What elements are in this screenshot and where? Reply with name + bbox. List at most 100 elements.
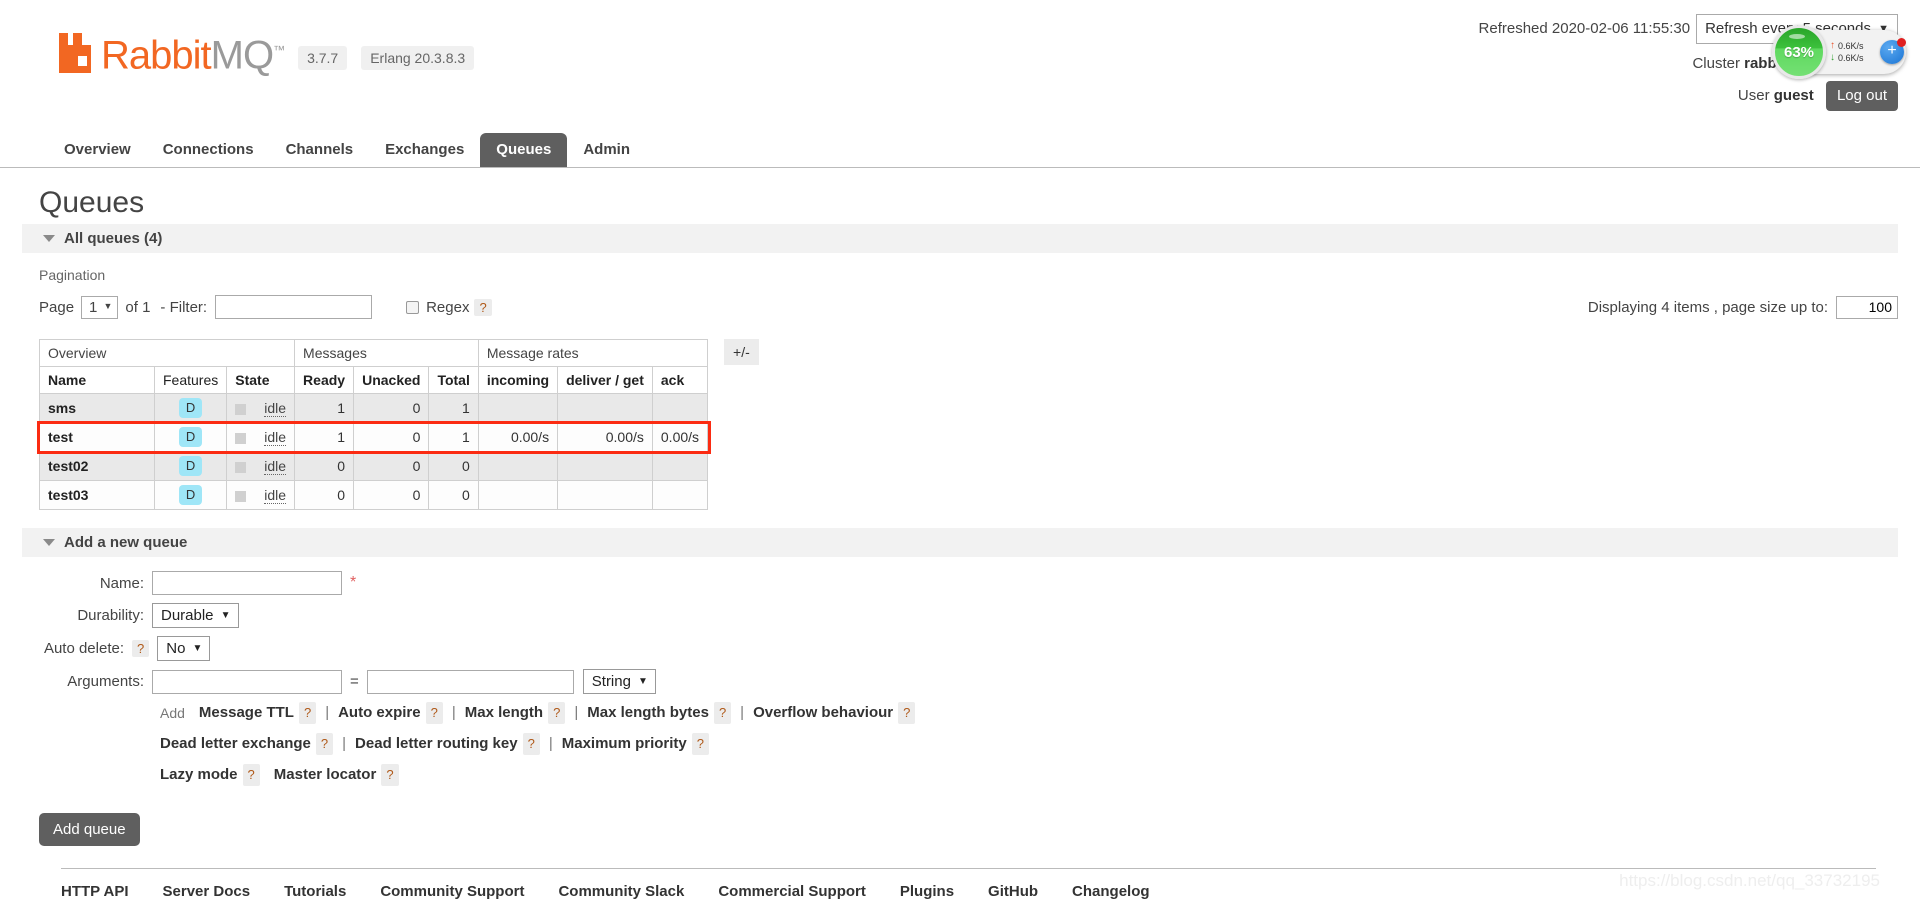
page-size-input[interactable] [1836, 295, 1898, 319]
autodelete-field-row: Auto delete: ? No ▼ [22, 636, 1898, 661]
queue-name[interactable]: test [39, 422, 155, 452]
preset-line-1: Add Message TTL ? | Auto expire ? | Max … [160, 702, 1898, 724]
queue-unacked: 0 [353, 480, 430, 510]
speed-widget-add-button[interactable]: + [1880, 38, 1906, 64]
footer-link-community-support[interactable]: Community Support [380, 883, 524, 900]
queue-features: D [153, 393, 228, 423]
nav-tab-overview[interactable]: Overview [48, 133, 147, 167]
regex-checkbox[interactable] [406, 300, 420, 314]
autodelete-select[interactable]: No ▼ [157, 636, 211, 661]
footer-link-github[interactable]: GitHub [988, 883, 1038, 900]
page-word: Page [39, 298, 75, 316]
queue-name-input[interactable] [152, 571, 342, 595]
queue-total: 0 [428, 480, 479, 510]
queues-table: Overview Messages Message rates Name Fea… [38, 339, 709, 510]
separator: | [451, 704, 456, 721]
preset-message-ttl[interactable]: Message TTL [199, 703, 294, 723]
regex-help-icon[interactable]: ? [474, 298, 492, 316]
queue-name[interactable]: test03 [39, 480, 155, 510]
footer-link-community-slack[interactable]: Community Slack [558, 883, 684, 900]
master-locator-help-icon[interactable]: ? [381, 764, 399, 786]
argument-type-select[interactable]: String ▼ [582, 669, 656, 694]
nav-tab-exchanges[interactable]: Exchanges [369, 133, 480, 167]
chevron-down-icon: ▼ [192, 643, 203, 654]
toggle-columns-button[interactable]: +/- [724, 339, 759, 365]
state-indicator-square [235, 403, 247, 415]
nav-tab-channels[interactable]: Channels [270, 133, 370, 167]
table-group-header-row: Overview Messages Message rates [38, 339, 709, 367]
name-field-row: Name: * [22, 571, 1898, 595]
column-header-ready[interactable]: Ready [294, 366, 355, 394]
footer-link-http-api[interactable]: HTTP API [61, 883, 129, 900]
max-length-bytes-help-icon[interactable]: ? [713, 702, 732, 724]
nav-tab-queues[interactable]: Queues [480, 133, 568, 167]
logo-tm-mark: ™ [273, 43, 285, 58]
group-header-messages: Messages [294, 339, 479, 367]
rabbitmq-logo[interactable]: RabbitMQ™ [57, 30, 285, 76]
table-row[interactable]: test D idle 1 0 1 0.00/s 0.00/s 0.00/s [39, 422, 709, 452]
add-queue-section-header[interactable]: Add a new queue [22, 528, 1898, 557]
queue-name[interactable]: sms [39, 393, 155, 423]
column-header-incoming[interactable]: incoming [477, 366, 559, 394]
table-row[interactable]: test02 D idle 0 0 0 [39, 451, 709, 481]
overflow-behaviour-help-icon[interactable]: ? [898, 702, 916, 724]
filter-input[interactable] [215, 295, 373, 319]
preset-auto-expire[interactable]: Auto expire [338, 703, 421, 723]
footer-link-tutorials[interactable]: Tutorials [284, 883, 346, 900]
logout-button[interactable]: Log out [1825, 81, 1898, 111]
regex-label: Regex [426, 298, 470, 316]
autodelete-help-icon[interactable]: ? [132, 640, 150, 657]
column-header-deliver-get[interactable]: deliver / get [557, 366, 653, 394]
chevron-down-icon: ▼ [103, 300, 113, 311]
column-header-name[interactable]: Name [39, 366, 155, 394]
chevron-down-icon: ▼ [220, 610, 231, 621]
durability-select[interactable]: Durable ▼ [152, 603, 239, 628]
dead-letter-routing-key-help-icon[interactable]: ? [522, 733, 540, 755]
lazy-mode-help-icon[interactable]: ? [242, 764, 260, 786]
preset-maximum-priority[interactable]: Maximum priority [562, 734, 687, 754]
message-ttl-help-icon[interactable]: ? [298, 702, 317, 724]
argument-value-input[interactable] [366, 669, 574, 694]
queue-deliver [557, 393, 653, 423]
queue-ready: 0 [294, 451, 355, 481]
arrow-up-icon: ↑ [1830, 40, 1835, 51]
preset-overflow-behaviour[interactable]: Overflow behaviour [753, 703, 893, 723]
table-row[interactable]: sms D idle 1 0 1 [39, 393, 709, 423]
column-header-ack[interactable]: ack [651, 366, 709, 394]
column-header-features[interactable]: Features [153, 366, 228, 394]
preset-lazy-mode[interactable]: Lazy mode [160, 765, 238, 785]
all-queues-section-header[interactable]: All queues (4) [22, 224, 1898, 253]
argument-key-input[interactable] [152, 669, 342, 694]
footer-link-changelog[interactable]: Changelog [1072, 883, 1150, 900]
queue-ready: 1 [294, 422, 355, 452]
page-number-select[interactable]: 1 ▼ [81, 295, 119, 319]
nav-tab-connections[interactable]: Connections [147, 133, 270, 167]
max-length-help-icon[interactable]: ? [548, 702, 566, 724]
preset-dead-letter-exchange[interactable]: Dead letter exchange [160, 734, 311, 754]
queue-features: D [153, 451, 228, 481]
state-indicator-square [235, 490, 247, 502]
add-queue-submit-button[interactable]: Add queue [39, 813, 140, 846]
preset-dead-letter-routing-key[interactable]: Dead letter routing key [355, 734, 518, 754]
maximum-priority-help-icon[interactable]: ? [691, 733, 709, 755]
footer-link-commercial-support[interactable]: Commercial Support [718, 883, 866, 900]
footer-link-plugins[interactable]: Plugins [900, 883, 954, 900]
network-speed-widget[interactable]: 63% ↑ 0.6K/s ↓ 0.6K/s + [1772, 25, 1906, 79]
queue-unacked: 0 [353, 451, 430, 481]
rabbit-head-icon [57, 33, 97, 73]
auto-expire-help-icon[interactable]: ? [425, 702, 443, 724]
column-header-state[interactable]: State [226, 366, 296, 394]
durable-badge: D [178, 485, 203, 505]
queue-name[interactable]: test02 [39, 451, 155, 481]
preset-line-2: Dead letter exchange ? | Dead letter rou… [160, 733, 1898, 755]
preset-max-length[interactable]: Max length [465, 703, 543, 723]
refreshed-timestamp: Refreshed 2020-02-06 11:55:30 [1478, 19, 1691, 37]
dead-letter-exchange-help-icon[interactable]: ? [315, 733, 334, 755]
nav-tab-admin[interactable]: Admin [567, 133, 646, 167]
preset-master-locator[interactable]: Master locator [274, 765, 377, 785]
column-header-unacked[interactable]: Unacked [353, 366, 430, 394]
preset-max-length-bytes[interactable]: Max length bytes [587, 703, 709, 723]
table-row[interactable]: test03 D idle 0 0 0 [39, 480, 709, 510]
column-header-total[interactable]: Total [428, 366, 479, 394]
footer-link-server-docs[interactable]: Server Docs [163, 883, 251, 900]
